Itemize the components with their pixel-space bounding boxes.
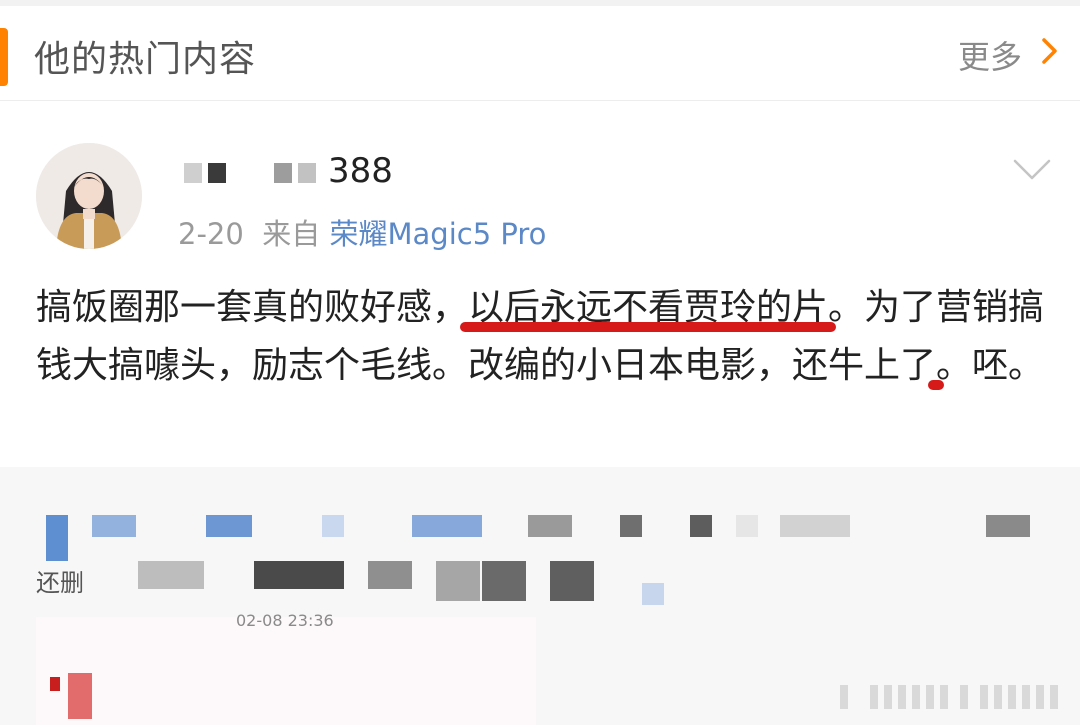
mosaic-block bbox=[50, 677, 60, 691]
chevron-down-icon[interactable] bbox=[1012, 157, 1052, 183]
mosaic-block bbox=[92, 515, 136, 537]
comment-preview-area: 还删 02-08 23:36 bbox=[0, 467, 1080, 725]
mosaic-block bbox=[412, 515, 482, 537]
mosaic-block bbox=[736, 515, 758, 537]
mosaic-block bbox=[138, 561, 204, 589]
post-date: 2-20 bbox=[178, 217, 244, 251]
more-link[interactable]: 更多 bbox=[958, 32, 1022, 78]
post-body: 搞饭圈那一套真的败好感，以后永远不看贾玲的片 。为了营销搞钱大搞噱 头，励志个毛线。… bbox=[36, 279, 1046, 395]
mosaic-block bbox=[550, 561, 594, 601]
header-accent-bar bbox=[0, 28, 8, 86]
comment-partial-text: 还删 bbox=[36, 569, 84, 597]
post-from-label: 来自 bbox=[262, 217, 321, 251]
section-title: 他的热门内容 bbox=[34, 39, 257, 80]
comment-timestamp: 02-08 23:36 bbox=[236, 611, 334, 630]
mosaic-block bbox=[642, 583, 664, 605]
post-device-link[interactable]: 荣耀Magic5 Pro bbox=[330, 217, 547, 251]
red-underline-2 bbox=[928, 380, 945, 390]
underlined-phrase-1: 以后永远不看贾玲的片 bbox=[460, 287, 837, 332]
quoted-comment-box: 02-08 23:36 bbox=[36, 611, 536, 725]
scroll-indicator bbox=[780, 685, 1080, 715]
post-author-name[interactable]: 388 bbox=[178, 151, 393, 195]
mosaic-block bbox=[482, 561, 526, 601]
mosaic-block bbox=[46, 515, 68, 561]
mosaic-block bbox=[986, 515, 1030, 537]
post-text-3: 。为了 bbox=[828, 287, 937, 328]
mosaic-block bbox=[322, 515, 344, 537]
mosaic-block bbox=[368, 561, 412, 589]
hot-content-header: 他的热门内容 更多 bbox=[0, 6, 1080, 101]
username-visible-text: 388 bbox=[328, 151, 393, 191]
mosaic-block bbox=[780, 515, 850, 537]
post-text-1: 搞饭圈那一套真的败好感， bbox=[36, 287, 469, 328]
mosaic-block bbox=[206, 515, 252, 537]
mosaic-block bbox=[690, 515, 712, 537]
mosaic-block bbox=[528, 515, 572, 537]
mosaic-block bbox=[620, 515, 642, 537]
post-card: 388 2-20 来自 荣耀Magic5 Pro 搞饭圈那一套真的败好感，以后永… bbox=[0, 101, 1080, 467]
mosaic-block bbox=[436, 561, 480, 601]
avatar[interactable] bbox=[36, 143, 142, 249]
chevron-right-icon[interactable] bbox=[1034, 36, 1064, 66]
red-underline-1 bbox=[460, 322, 837, 332]
post-text-5: 头，励志个毛线。改编的小日本电影，还牛上了。呸。 bbox=[180, 345, 1045, 386]
mosaic-block bbox=[254, 561, 344, 589]
mosaic-block bbox=[68, 673, 92, 719]
post-meta: 2-20 来自 荣耀Magic5 Pro bbox=[178, 211, 546, 253]
